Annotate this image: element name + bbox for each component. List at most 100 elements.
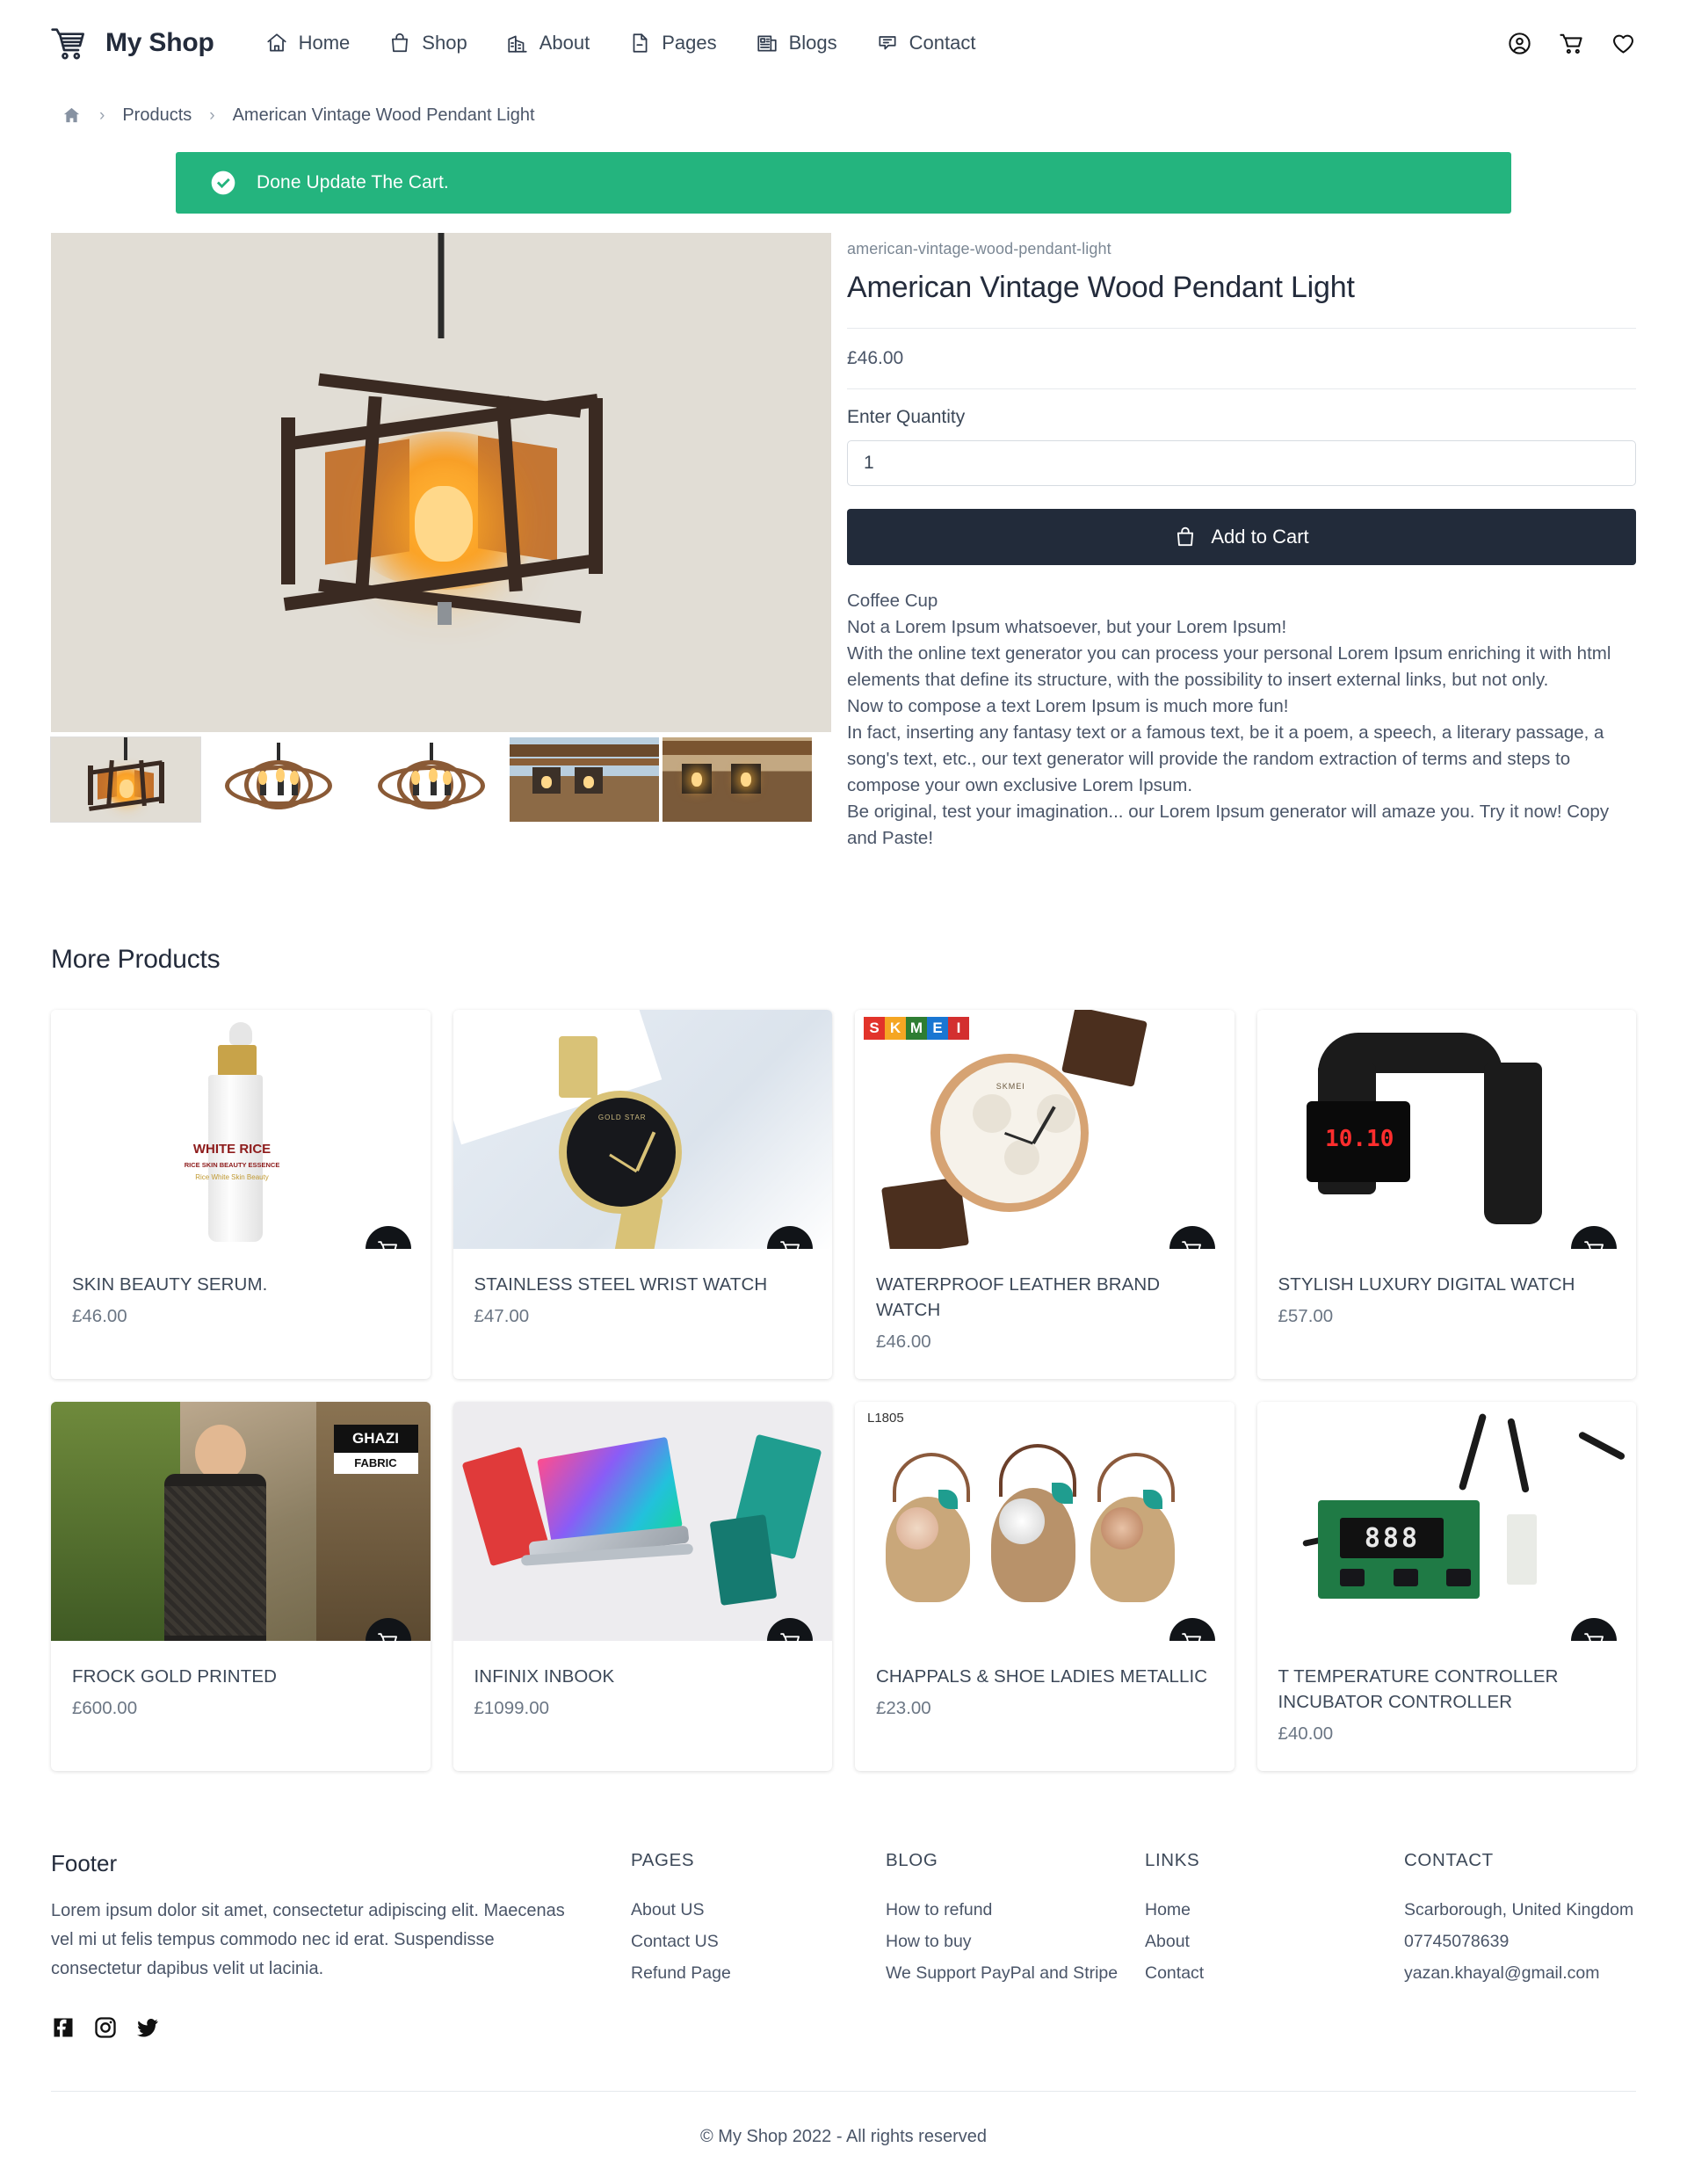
nav-label: Shop (422, 32, 467, 54)
shopping-cart-icon (51, 28, 86, 60)
quantity-block: Enter Quantity (847, 389, 1636, 486)
nav-label: Pages (662, 32, 717, 54)
breadcrumb-item-products[interactable]: Products (122, 105, 192, 126)
breadcrumb-item-current: American Vintage Wood Pendant Light (232, 105, 535, 125)
product-card-body: CHAPPALS & SHOE LADIES METALLIC £23.00 (855, 1641, 1234, 1745)
nav-item-blogs[interactable]: Blogs (736, 32, 857, 54)
product-gallery (50, 233, 831, 852)
product-slug: american-vintage-wood-pendant-light (847, 240, 1111, 258)
product-card-image: GOLD STAR (453, 1010, 832, 1249)
quantity-input[interactable] (847, 440, 1636, 486)
product-card[interactable]: GOLD STAR STAINLESS STEEL WRIST WATCH £4… (453, 1010, 832, 1379)
product-description: Coffee Cup Not a Lorem Ipsum whatsoever,… (847, 565, 1636, 852)
product-card-body: T TEMPERATURE CONTROLLER INCUBATOR CONTR… (1257, 1641, 1637, 1771)
footer-link[interactable]: About (1145, 1926, 1381, 1957)
copyright-text: © My Shop 2022 - All rights reserved (700, 2127, 987, 2146)
wishlist-heart-icon[interactable] (1611, 31, 1636, 56)
footer-link[interactable]: Refund Page (631, 1957, 863, 1989)
product-card[interactable]: 888 T TEMPERATURE CONTROLLER INCUBATOR C… (1256, 1402, 1637, 1771)
newspaper-icon (756, 32, 778, 54)
product-hero-image[interactable] (51, 233, 831, 732)
product-card-image: WHITE RICE RICE SKIN BEAUTY ESSENCE Rice… (51, 1010, 431, 1249)
product-card-image: 888 (1256, 1402, 1636, 1641)
brand-name: My Shop (105, 28, 214, 57)
breadcrumb: › Products › American Vintage Wood Penda… (0, 86, 1687, 126)
product-card-name: SKIN BEAUTY SERUM. (72, 1274, 268, 1295)
footer-link[interactable]: How to buy (886, 1926, 1122, 1957)
product-info: american-vintage-wood-pendant-light Amer… (847, 233, 1636, 852)
product-card-price: £57.00 (1278, 1306, 1334, 1326)
footer-link[interactable]: About US (631, 1894, 863, 1926)
thumbnail-1[interactable] (204, 737, 353, 822)
footer-column-pages: PAGES About US Contact US Refund Page (631, 1850, 886, 2040)
product-card[interactable]: WHITE RICE RICE SKIN BEAUTY ESSENCE Rice… (51, 1010, 431, 1379)
product-card-price: £46.00 (876, 1331, 931, 1352)
product-card-name: T TEMPERATURE CONTROLLER INCUBATOR CONTR… (1278, 1666, 1559, 1712)
nav-item-contact[interactable]: Contact (857, 32, 996, 54)
product-card[interactable]: SKMEI SKMEI WATERPROOF LEATHER BRAND WAT… (855, 1010, 1234, 1379)
product-card[interactable]: INFINIX INBOOK £1099.00 (453, 1402, 833, 1771)
nav-item-shop[interactable]: Shop (369, 32, 486, 54)
cart-icon[interactable] (1559, 31, 1584, 56)
footer-link[interactable]: How to refund (886, 1894, 1122, 1926)
product-card-name: FROCK GOLD PRINTED (72, 1666, 278, 1687)
product-title: American Vintage Wood Pendant Light (847, 271, 1355, 304)
product-card[interactable]: L1805 CHAPPALS & SHOE LADIES METALLIC £2… (855, 1402, 1234, 1771)
footer-column-contact: CONTACT Scarborough, United Kingdom 0774… (1404, 1850, 1685, 2040)
chat-bubble-icon (876, 32, 899, 54)
nav-label: Contact (909, 32, 976, 54)
brand[interactable]: My Shop (51, 28, 214, 60)
nav-label: Home (298, 32, 351, 54)
thumbnail-3[interactable] (510, 737, 659, 822)
nav-label: About (539, 32, 590, 54)
product-card-image: GHAZI FABRIC (51, 1402, 431, 1641)
social-links (51, 2015, 578, 2040)
instagram-icon[interactable] (93, 2015, 118, 2040)
skmei-brand-logo: SKMEI (864, 1017, 969, 1040)
product-price: £46.00 (847, 348, 904, 368)
product-card-price: £23.00 (876, 1698, 931, 1718)
add-to-cart-label: Add to Cart (1211, 526, 1309, 548)
footer-email: yazan.khayal@gmail.com (1404, 1963, 1600, 1983)
account-icon[interactable] (1507, 31, 1532, 56)
main-navbar: My Shop Home Shop About Pages Blogs Cont… (0, 0, 1687, 86)
facebook-icon[interactable] (51, 2015, 76, 2040)
footer-address: Scarborough, United Kingdom (1404, 1900, 1634, 1919)
footer-column-links: LINKS Home About Contact (1145, 1850, 1404, 2040)
product-card-name: STAINLESS STEEL WRIST WATCH (474, 1274, 768, 1295)
twitter-icon[interactable] (135, 2015, 160, 2040)
breadcrumb-separator: › (209, 105, 215, 125)
more-products-grid: WHITE RICE RICE SKIN BEAUTY ESSENCE Rice… (0, 975, 1687, 1771)
nav-item-pages[interactable]: Pages (609, 32, 735, 54)
product-card-body: INFINIX INBOOK £1099.00 (453, 1641, 833, 1745)
nav-item-about[interactable]: About (487, 32, 610, 54)
thumbnail-0[interactable] (50, 736, 201, 823)
footer-link[interactable]: Home (1145, 1894, 1381, 1926)
product-card-body: WATERPROOF LEATHER BRAND WATCH £46.00 (855, 1249, 1234, 1379)
nav-item-home[interactable]: Home (246, 32, 370, 54)
file-icon (628, 32, 651, 54)
thumbnail-4[interactable] (662, 737, 812, 822)
home-icon[interactable] (62, 105, 82, 126)
product-card-price: £1099.00 (474, 1698, 550, 1718)
product-card-price: £40.00 (1278, 1723, 1334, 1744)
footer-column-heading: LINKS (1145, 1850, 1200, 1870)
description-line-0: Not a Lorem Ipsum whatsoever, but your L… (847, 617, 1287, 637)
alert-message: Done Update The Cart. (257, 172, 449, 192)
add-to-cart-button[interactable]: Add to Cart (847, 509, 1636, 565)
product-card[interactable]: 10.10 STYLISH LUXURY DIGITAL WATCH £57.0… (1256, 1010, 1636, 1379)
footer-link[interactable]: We Support PayPal and Stripe (886, 1957, 1122, 1989)
footer-link[interactable]: Contact US (631, 1926, 863, 1957)
footer-link[interactable]: Contact (1145, 1957, 1381, 1989)
cart-update-alert: Done Update The Cart. (176, 152, 1511, 214)
description-line-3: In fact, inserting any fantasy text or a… (847, 722, 1604, 795)
footer-about: Footer Lorem ipsum dolor sit amet, conse… (51, 1850, 631, 2040)
product-detail: american-vintage-wood-pendant-light Amer… (0, 214, 1687, 852)
thumbnail-2[interactable] (357, 737, 506, 822)
product-card[interactable]: GHAZI FABRIC FROCK GOLD PRINTED £600.00 (51, 1402, 431, 1771)
thumbnail-strip (50, 736, 831, 823)
page-root: My Shop Home Shop About Pages Blogs Cont… (0, 0, 1687, 2184)
check-circle-icon (209, 169, 237, 197)
footer-about-text: Lorem ipsum dolor sit amet, consectetur … (51, 1901, 565, 1978)
more-products-title: More Products (51, 945, 221, 974)
